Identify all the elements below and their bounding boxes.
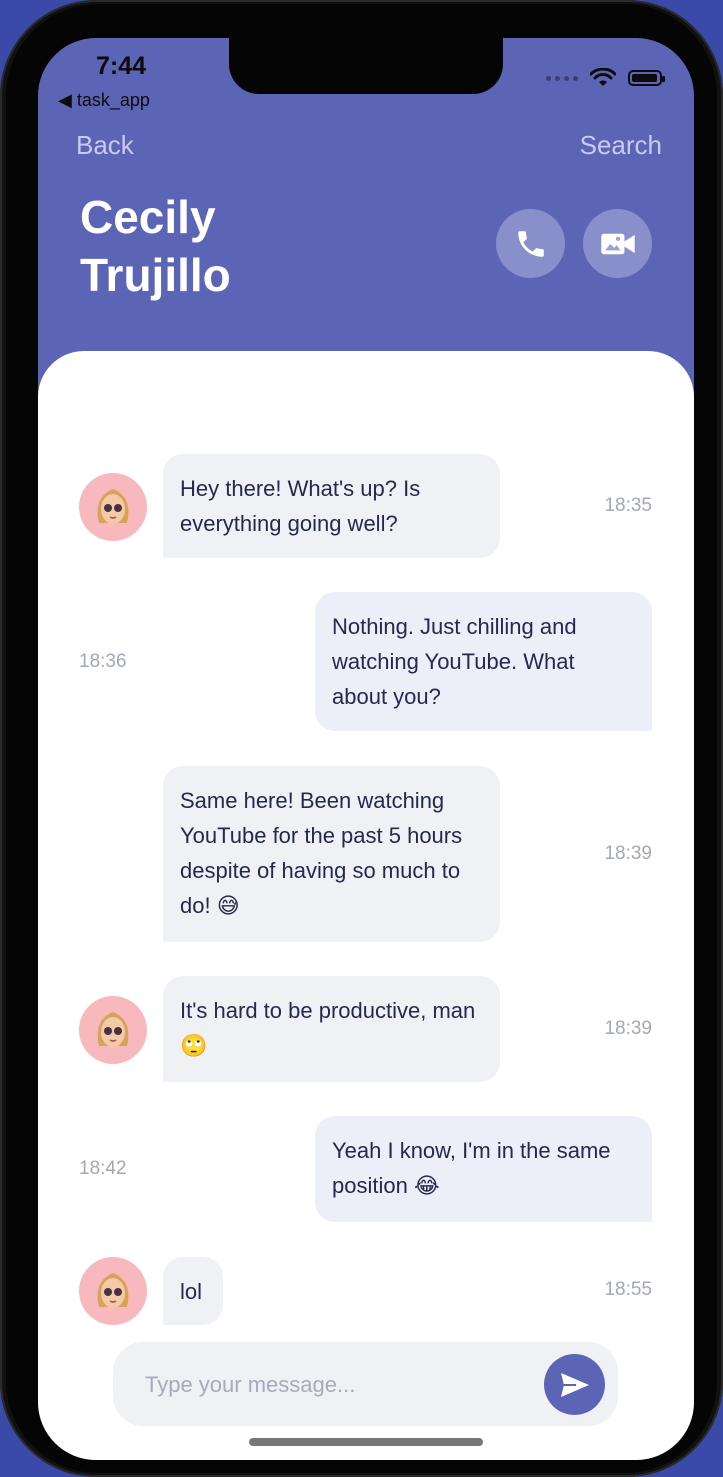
message-timestamp: 18:39 <box>604 1018 652 1039</box>
wifi-icon <box>590 68 616 86</box>
outgoing-message-bubble[interactable]: Nothing. Just chilling and watching YouT… <box>315 592 652 731</box>
app-screen: 7:44 ◀ task_app Back Search Cecily Truji… <box>38 38 694 1460</box>
message-timestamp: 18:39 <box>604 843 652 864</box>
device-bezel: 7:44 ◀ task_app Back Search Cecily Truji… <box>0 0 723 1477</box>
message-list[interactable]: Hey there! What's up? Is everything goin… <box>38 351 694 1460</box>
memoji-avatar-icon <box>97 1273 129 1308</box>
incoming-message-bubble[interactable]: Hey there! What's up? Is everything goin… <box>163 454 500 558</box>
home-indicator <box>249 1438 483 1446</box>
message-timestamp: 18:55 <box>604 1279 652 1300</box>
device-notch <box>229 38 503 94</box>
search-button[interactable]: Search <box>580 130 662 161</box>
contact-name: Cecily Trujillo <box>80 191 231 301</box>
outgoing-message-bubble[interactable]: Yeah I know, I'm in the same position 😂 <box>315 1116 652 1222</box>
battery-icon <box>628 70 665 86</box>
back-button[interactable]: Back <box>76 130 134 161</box>
contact-avatar <box>79 473 147 541</box>
status-indicators <box>546 68 665 88</box>
back-to-app-link[interactable]: ◀ task_app <box>58 90 150 111</box>
message-composer <box>113 1342 618 1428</box>
message-timestamp: 18:36 <box>79 651 127 672</box>
send-button[interactable] <box>544 1354 605 1415</box>
cellular-signal-icon <box>546 75 578 81</box>
message-timestamp: 18:42 <box>79 1158 127 1179</box>
send-icon <box>560 1372 589 1397</box>
memoji-avatar-icon <box>97 1012 129 1047</box>
message-input[interactable] <box>143 1342 527 1428</box>
incoming-message-bubble[interactable]: Same here! Been watching YouTube for the… <box>163 766 500 942</box>
memoji-avatar-icon <box>97 489 129 524</box>
device-frame: 7:44 ◀ task_app Back Search Cecily Truji… <box>6 4 717 1473</box>
phone-icon <box>517 230 544 257</box>
video-call-button[interactable] <box>583 209 652 278</box>
video-camera-icon <box>600 233 635 254</box>
voice-call-button[interactable] <box>496 209 565 278</box>
status-time: 7:44 <box>96 52 147 80</box>
incoming-message-bubble[interactable]: lol <box>163 1257 223 1325</box>
incoming-message-bubble[interactable]: It's hard to be productive, man 🙄 <box>163 976 500 1082</box>
contact-avatar <box>79 996 147 1064</box>
contact-avatar <box>79 1257 147 1325</box>
message-timestamp: 18:35 <box>604 495 652 516</box>
